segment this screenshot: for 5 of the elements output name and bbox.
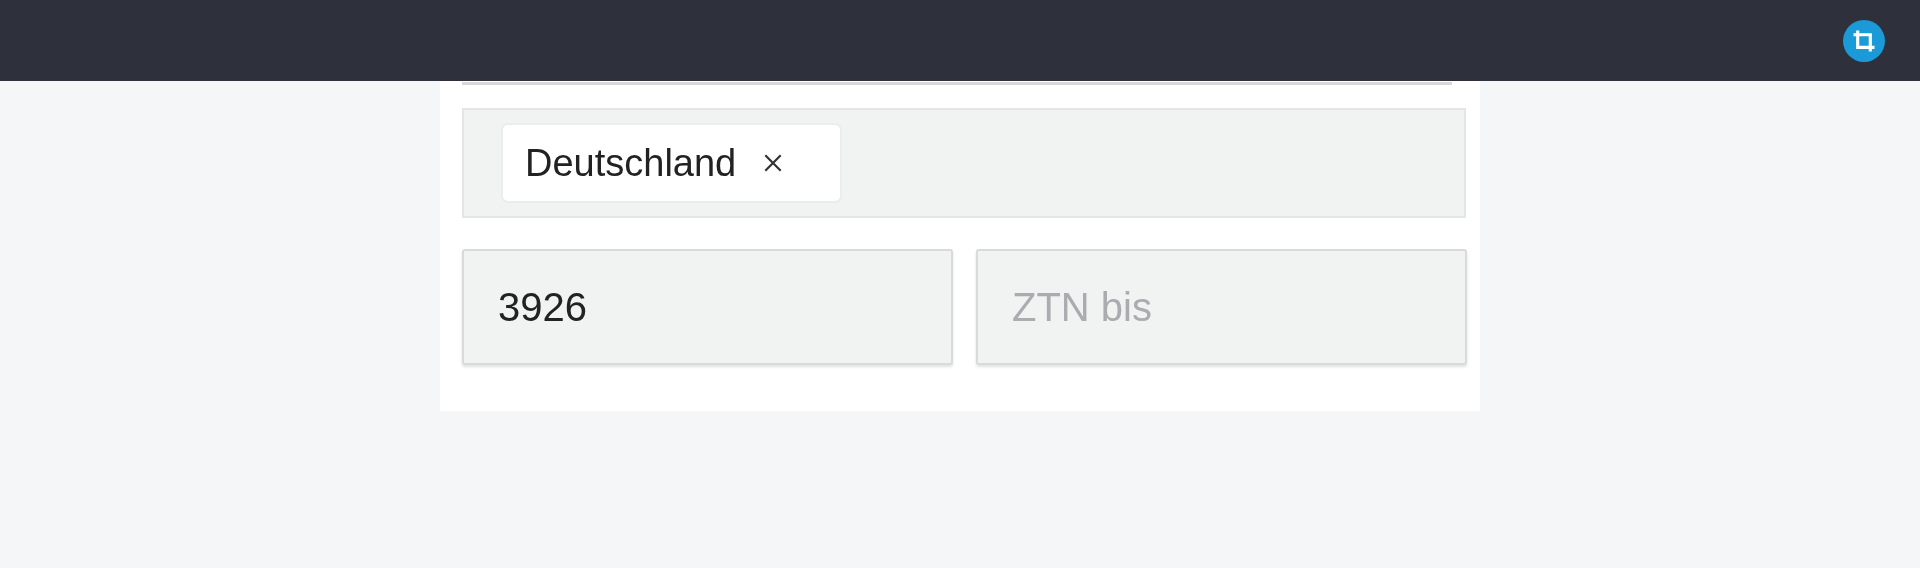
country-field[interactable]: Deutschland	[462, 108, 1466, 218]
from-input-field[interactable]: 3926	[462, 249, 953, 365]
chip-label: Deutschland	[525, 141, 737, 185]
to-input-field[interactable]: ZTN bis	[976, 249, 1467, 365]
crop-icon[interactable]	[1843, 19, 1885, 62]
